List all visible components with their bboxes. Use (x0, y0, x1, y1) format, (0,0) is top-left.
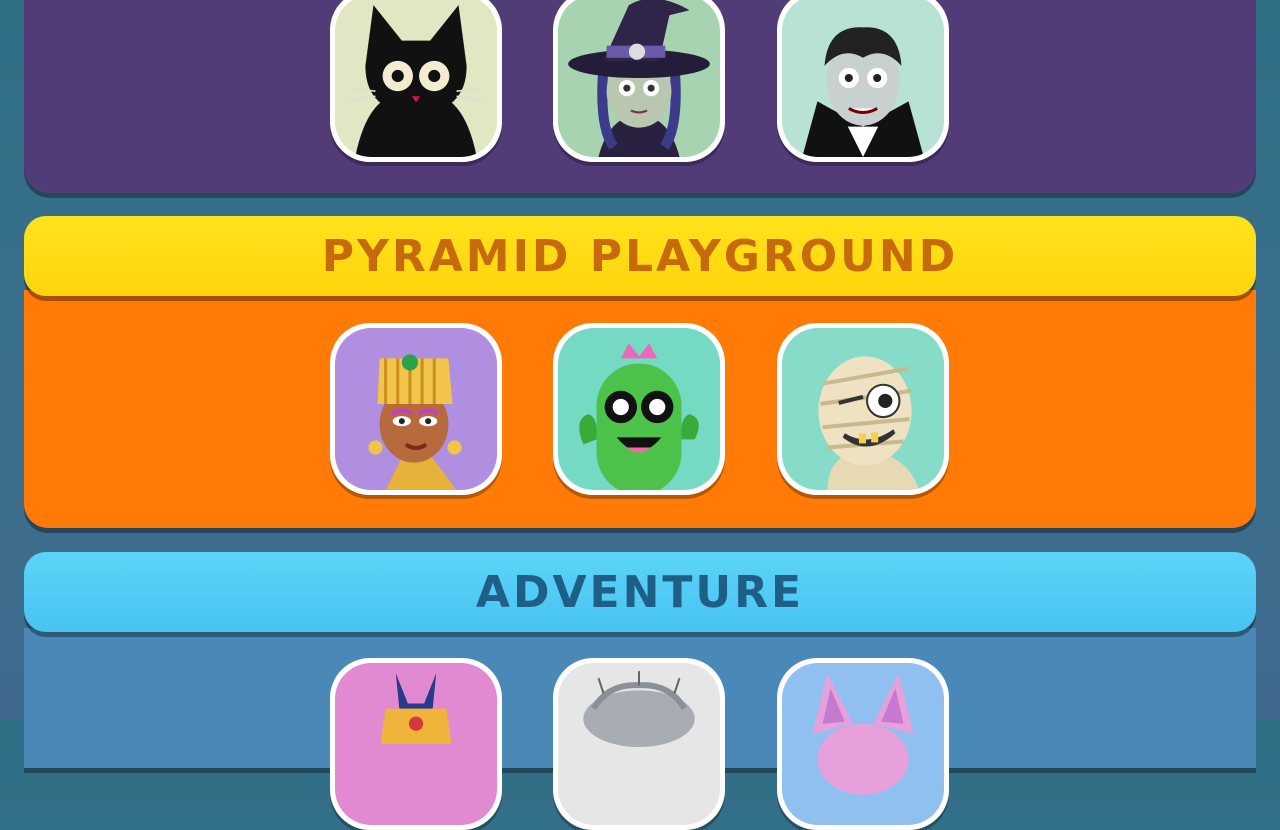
cactus-icon (579, 343, 699, 490)
yeti-icon (583, 671, 695, 748)
section-title-pyramid: PYRAMID PLAYGROUND (24, 216, 1256, 296)
anubis-icon (380, 673, 452, 744)
character-mummy[interactable] (777, 323, 949, 495)
section-title-adventure: ADVENTURE (24, 552, 1256, 632)
adventure-title-text: ADVENTURE (475, 566, 805, 618)
character-black-cat[interactable] (330, 0, 502, 162)
character-pharaoh-queen[interactable] (330, 323, 502, 495)
pyramid-title-text: PYRAMID PLAYGROUND (321, 230, 959, 282)
vampire-icon (802, 27, 924, 157)
pharaoh-queen-icon (368, 354, 462, 490)
mummy-icon (818, 356, 919, 490)
character-anubis[interactable] (330, 658, 502, 830)
character-witch[interactable] (553, 0, 725, 162)
character-vampire[interactable] (777, 0, 949, 162)
character-bunny[interactable] (777, 658, 949, 830)
black-cat-icon (350, 5, 482, 157)
character-cactus[interactable] (553, 323, 725, 495)
bunny-icon (812, 673, 914, 795)
witch-icon (568, 0, 710, 157)
character-yeti[interactable] (553, 658, 725, 830)
